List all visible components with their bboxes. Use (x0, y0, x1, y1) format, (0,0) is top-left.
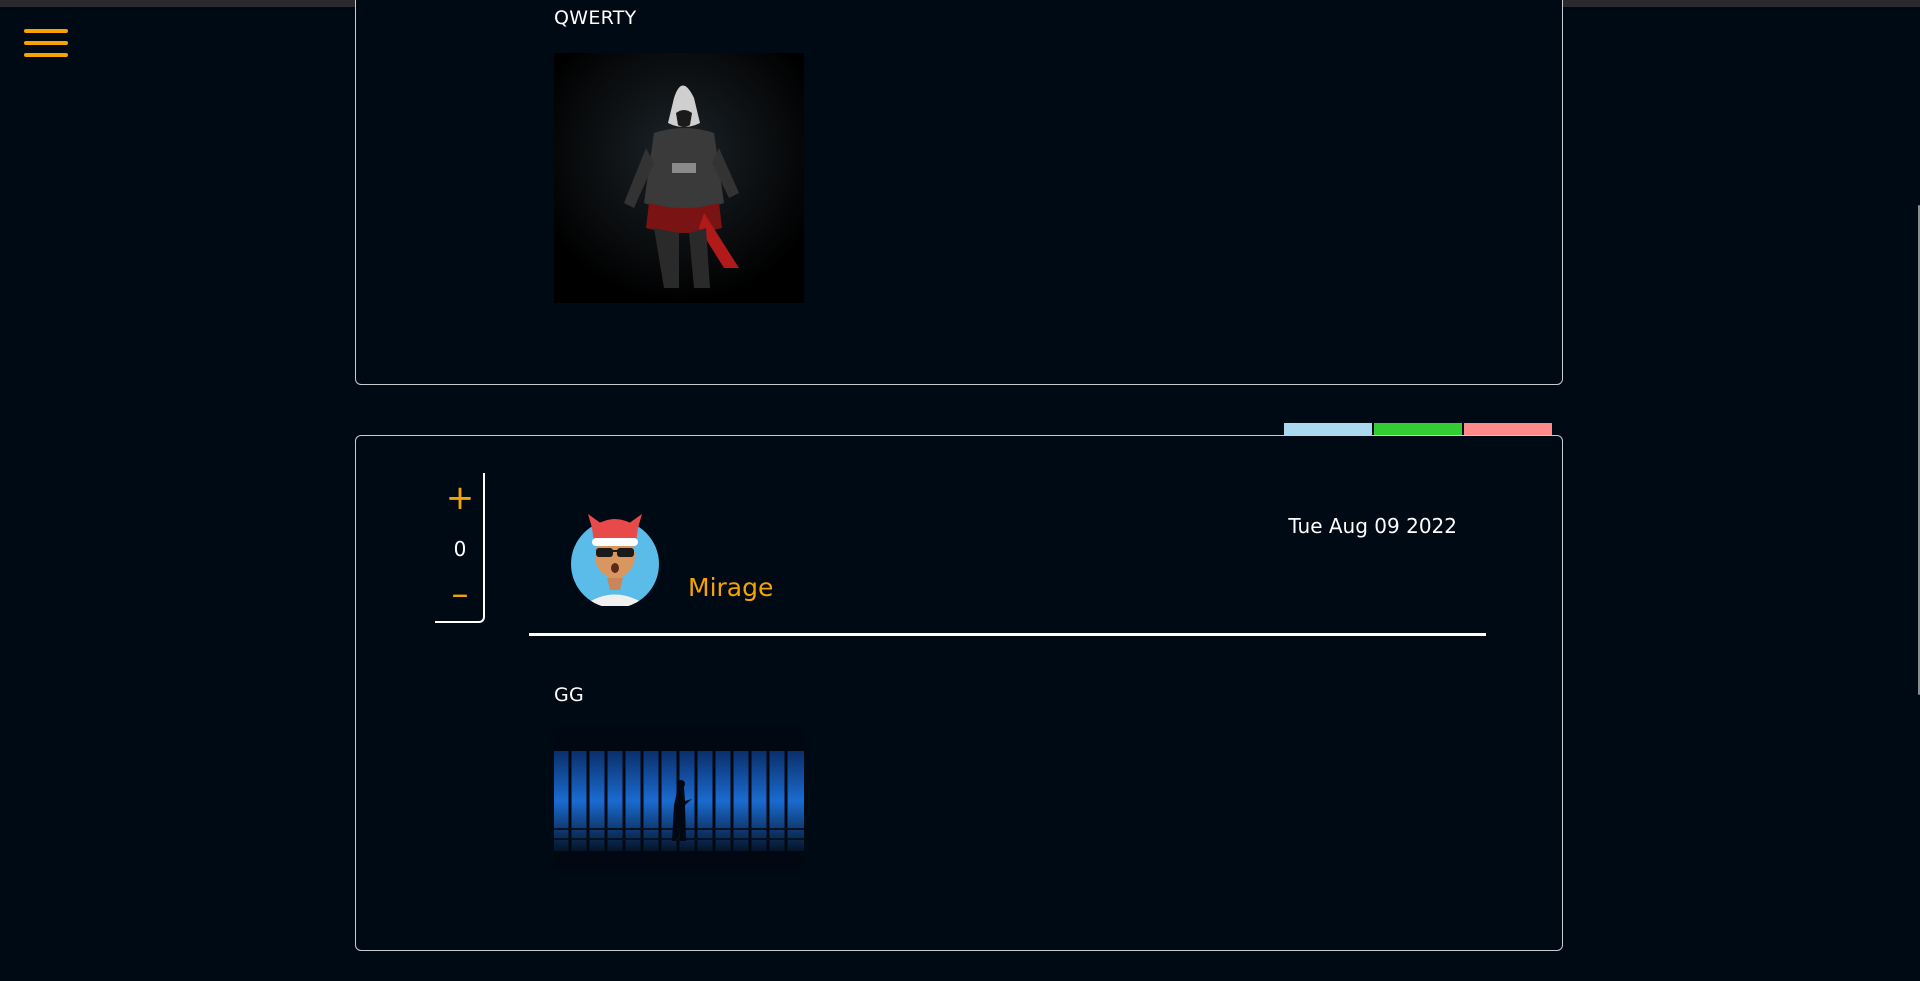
vote-count: 0 (453, 537, 467, 561)
author-name-link[interactable]: Mirage (688, 573, 773, 602)
hooded-assassin-image (554, 53, 804, 303)
post-text: QWERTY (554, 7, 637, 29)
upvote-button[interactable]: + (445, 481, 475, 515)
blue-panels-silhouette-image (554, 729, 804, 869)
avatar[interactable] (570, 506, 660, 608)
post-card: QWERTY (355, 0, 1563, 385)
menu-bar (24, 53, 68, 57)
hamburger-menu-icon[interactable] (24, 29, 68, 57)
post-card: + 0 – Mirage Tue Aug 09 2022 GG (355, 435, 1563, 951)
menu-bar (24, 41, 68, 45)
tab-red[interactable] (1464, 423, 1552, 435)
post-action-tabs (1284, 423, 1554, 435)
user-avatar-icon (571, 514, 659, 608)
post-date: Tue Aug 09 2022 (1288, 514, 1457, 538)
vertical-scrollbar[interactable] (1904, 7, 1920, 981)
vote-panel: + 0 – (435, 473, 485, 623)
post-header-divider (529, 633, 1486, 636)
post-text: GG (554, 684, 585, 706)
post-image[interactable] (554, 53, 804, 303)
post-image[interactable] (554, 729, 804, 869)
tab-green[interactable] (1374, 423, 1462, 435)
tab-blue[interactable] (1284, 423, 1372, 435)
downvote-button[interactable]: – (445, 577, 475, 611)
menu-bar (24, 29, 68, 33)
